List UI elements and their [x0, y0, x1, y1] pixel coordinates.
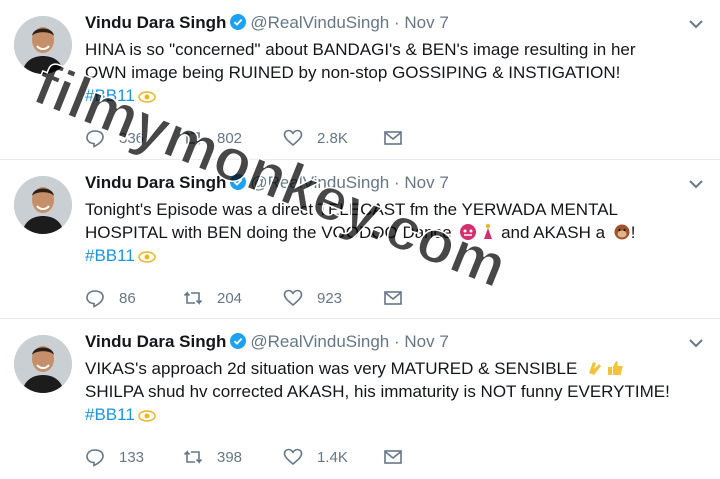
separator: ·: [393, 173, 400, 192]
retweet-count: 204: [217, 289, 243, 307]
direct-message-button[interactable]: [383, 445, 417, 469]
reply-count: 133: [119, 448, 145, 466]
chevron-down-icon[interactable]: [686, 14, 706, 34]
avatar[interactable]: [14, 176, 72, 234]
tweet-feed: Vindu Dara Singh @RealVinduSingh · Nov 7 …: [0, 0, 720, 479]
like-button[interactable]: 2.8K: [283, 126, 348, 150]
retweet-count: 398: [217, 448, 243, 466]
heart-icon: [283, 448, 303, 466]
like-button[interactable]: 923: [283, 286, 342, 310]
author-handle[interactable]: @RealVinduSingh: [250, 332, 389, 351]
retweet-count: 802: [217, 129, 243, 147]
tweet-actions: 133 398 1.4K: [85, 445, 685, 469]
eye-emoji-icon: [138, 91, 156, 103]
eye-emoji-icon: [138, 251, 156, 263]
tweet-text-segment: !: [630, 223, 636, 242]
tweet[interactable]: Vindu Dara Singh @RealVinduSingh · Nov 7 …: [0, 160, 720, 319]
tweet-actions: 86 204 923: [85, 286, 685, 310]
tweet-date[interactable]: Nov 7: [404, 332, 448, 351]
reply-count: 336: [119, 129, 145, 147]
author-name[interactable]: Vindu Dara Singh: [85, 332, 226, 351]
like-count: 1.4K: [317, 448, 348, 466]
envelope-icon: [384, 291, 402, 305]
clapping-hands-emoji-icon: [589, 362, 602, 375]
like-count: 923: [317, 289, 343, 307]
retweet-button[interactable]: 802: [183, 126, 242, 150]
reply-button[interactable]: 336: [85, 126, 144, 150]
direct-message-button[interactable]: [383, 126, 417, 150]
retweet-button[interactable]: 204: [183, 286, 242, 310]
verified-badge-icon: [230, 14, 247, 30]
heart-icon: [283, 289, 303, 307]
retweet-icon: [183, 450, 203, 464]
dancer-emoji-icon: [484, 223, 493, 239]
tweet[interactable]: Vindu Dara Singh @RealVinduSingh · Nov 7 …: [0, 319, 720, 479]
tweet-date[interactable]: Nov 7: [404, 173, 448, 192]
tweet-text-segment: VIKAS's approach 2d situation was very M…: [85, 359, 578, 378]
chevron-down-icon[interactable]: [686, 174, 706, 194]
eye-emoji-icon: [138, 410, 156, 422]
tweet-date[interactable]: Nov 7: [404, 13, 448, 32]
direct-message-button[interactable]: [383, 286, 417, 310]
monkey-emoji-icon: [614, 224, 630, 240]
tweet-text-line: SHILPA shud hv corrected AKASH, his imma…: [85, 382, 670, 401]
like-count: 2.8K: [317, 129, 348, 147]
envelope-icon: [384, 450, 402, 464]
tweet-actions: 336 802 2.8K: [85, 126, 685, 150]
envelope-icon: [384, 131, 402, 145]
reply-count: 86: [119, 289, 136, 307]
tweet-header: Vindu Dara Singh @RealVinduSingh · Nov 7: [85, 331, 449, 353]
tweet-text-line: HINA is so "concerned" about BANDAGI's &…: [85, 40, 636, 59]
avatar[interactable]: [14, 335, 72, 393]
hashtag-link[interactable]: #BB11: [85, 405, 135, 424]
ogre-emoji-icon: [460, 224, 477, 240]
separator: ·: [393, 13, 400, 32]
reply-button[interactable]: 86: [85, 286, 136, 310]
tweet-text: HINA is so "concerned" about BANDAGI's &…: [85, 38, 685, 107]
reply-icon: [86, 449, 104, 467]
reply-button[interactable]: 133: [85, 445, 144, 469]
tweet-text-line: Tonight's Episode was a direct TELECAST …: [85, 200, 618, 219]
reply-icon: [86, 130, 104, 148]
retweet-icon: [183, 291, 203, 305]
author-handle[interactable]: @RealVinduSingh: [250, 173, 389, 192]
heart-icon: [283, 129, 303, 147]
tweet-text-line: OWN image being RUINED by non-stop GOSSI…: [85, 63, 621, 82]
tweet-text: VIKAS's approach 2d situation was very M…: [85, 357, 685, 426]
author-name[interactable]: Vindu Dara Singh: [85, 173, 226, 192]
tweet[interactable]: Vindu Dara Singh @RealVinduSingh · Nov 7 …: [0, 0, 720, 160]
author-name[interactable]: Vindu Dara Singh: [85, 13, 226, 32]
chevron-down-icon[interactable]: [686, 333, 706, 353]
verified-badge-icon: [230, 333, 247, 349]
tweet-text-segment: HOSPITAL with BEN doing the VOODOO Dance: [85, 223, 452, 242]
retweet-icon: [183, 131, 203, 145]
author-handle[interactable]: @RealVinduSingh: [250, 13, 389, 32]
separator: ·: [393, 332, 400, 351]
thumbs-up-emoji-icon: [608, 361, 623, 375]
retweet-button[interactable]: 398: [183, 445, 242, 469]
hashtag-link[interactable]: #BB11: [85, 246, 135, 265]
tweet-text: Tonight's Episode was a direct TELECAST …: [85, 198, 685, 267]
tweet-header: Vindu Dara Singh @RealVinduSingh · Nov 7: [85, 172, 449, 194]
like-button[interactable]: 1.4K: [283, 445, 348, 469]
avatar[interactable]: [14, 16, 72, 74]
hashtag-link[interactable]: #BB11: [85, 86, 135, 105]
reply-icon: [86, 290, 104, 308]
tweet-text-segment: and AKASH a: [501, 223, 606, 242]
verified-badge-icon: [230, 174, 247, 190]
tweet-header: Vindu Dara Singh @RealVinduSingh · Nov 7: [85, 12, 449, 34]
